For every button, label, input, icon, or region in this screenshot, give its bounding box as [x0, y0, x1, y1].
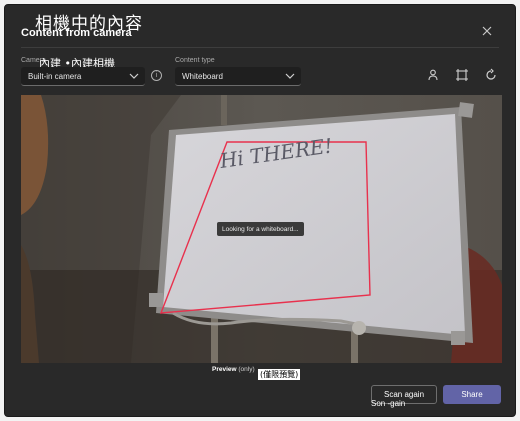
preview-note-rest: (only) [238, 366, 255, 373]
preview-note-localized: (僅限預覽) [258, 369, 301, 380]
chevron-down-icon [129, 73, 139, 79]
camera-preview: Hi THERE! Looking for a whiteboard... [21, 95, 502, 363]
camera-select-value: Built-in camera [28, 71, 82, 81]
preview-note-bold: Preview [212, 366, 237, 373]
whiteboard-status: Looking for a whiteboard... [217, 222, 304, 236]
rotate-icon[interactable] [484, 68, 498, 82]
preview-note: Preview (only) [212, 366, 255, 373]
share-button[interactable]: Share [443, 385, 501, 404]
content-type-label: Content type [175, 57, 215, 64]
content-from-camera-dialog: Content from camera 相機中的內容 Camera 內建 •內建… [4, 4, 516, 417]
chevron-down-icon [285, 73, 295, 79]
header-divider [21, 47, 499, 48]
crop-icon[interactable] [455, 68, 469, 82]
close-icon[interactable] [477, 21, 497, 41]
info-icon[interactable]: i [151, 70, 162, 81]
content-type-select[interactable]: Whiteboard [175, 67, 301, 86]
camera-select[interactable]: Built-in camera [21, 67, 145, 86]
person-icon[interactable] [426, 68, 440, 82]
scan-again-localized: Son -gain [371, 399, 406, 408]
content-type-select-value: Whiteboard [182, 71, 223, 81]
dialog-title-localized: 相機中的內容 [35, 14, 143, 34]
